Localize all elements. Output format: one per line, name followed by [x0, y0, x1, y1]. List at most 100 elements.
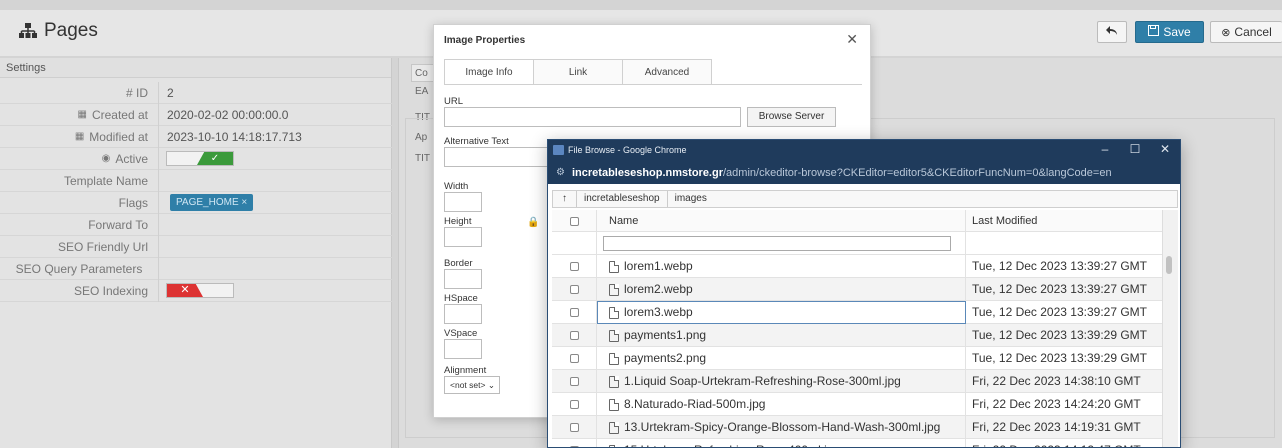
tab-image-info[interactable]: Image Info	[444, 59, 534, 85]
url-input[interactable]	[444, 107, 741, 127]
url-label: URL	[444, 96, 464, 107]
file-modified: Fri, 22 Dec 2023 14:24:20 GMT	[972, 397, 1141, 411]
height-input[interactable]	[444, 227, 482, 247]
row-checkbox[interactable]	[552, 278, 597, 301]
column-last-modified[interactable]: Last Modified	[966, 210, 1162, 233]
file-modified: Tue, 12 Dec 2023 13:39:29 GMT	[972, 351, 1147, 365]
width-input[interactable]	[444, 192, 482, 212]
scrollbar-thumb[interactable]	[1166, 256, 1172, 274]
row-checkbox[interactable]	[552, 370, 597, 393]
hspace-input[interactable]	[444, 304, 482, 324]
tab-link[interactable]: Link	[533, 59, 623, 85]
settings-label: SEO Query Parameters	[0, 258, 159, 280]
file-name[interactable]: payments1.png	[597, 324, 966, 347]
back-button[interactable]	[1097, 21, 1127, 43]
select-all-checkbox[interactable]	[552, 210, 597, 233]
id-label: # ID	[125, 86, 148, 100]
file-name-text: 13.Urtekram-Spicy-Orange-Blossom-Hand-Wa…	[624, 420, 941, 434]
save-label: Save	[1163, 25, 1191, 39]
cancel-button[interactable]: ⊗ Cancel	[1210, 21, 1282, 43]
file-icon	[609, 375, 619, 388]
file-table: Name Last Modified lorem1.webp Tue, 12 D…	[552, 210, 1162, 447]
minimize-icon[interactable]: –	[1094, 142, 1116, 156]
save-button[interactable]: Save	[1135, 21, 1204, 43]
file-modified: Tue, 12 Dec 2023 13:39:29 GMT	[972, 328, 1147, 342]
tab-advanced[interactable]: Advanced	[622, 59, 712, 85]
remove-flag-icon[interactable]: ×	[241, 197, 247, 208]
row-checkbox[interactable]	[552, 301, 597, 324]
flag-chip-label: PAGE_HOME	[176, 197, 239, 208]
row-checkbox[interactable]	[552, 416, 597, 439]
modified-value: 2023-10-10 14:18:17.713	[167, 130, 302, 144]
settings-label: SEO Friendly Url	[0, 236, 159, 258]
border-input[interactable]	[444, 269, 482, 289]
file-modified: Tue, 12 Dec 2023 13:39:27 GMT	[972, 259, 1147, 273]
file-name[interactable]: 1.Liquid Soap-Urtekram-Refreshing-Rose-3…	[597, 370, 966, 393]
settings-row-modified: ▦ Modified at 2023-10-10 14:18:17.713	[0, 126, 392, 148]
row-checkbox[interactable]	[552, 347, 597, 370]
vspace-input[interactable]	[444, 339, 482, 359]
flag-chip[interactable]: PAGE_HOME ×	[170, 194, 254, 211]
file-name[interactable]: lorem3.webp	[597, 301, 966, 324]
file-name[interactable]: payments2.png	[597, 347, 966, 370]
file-icon	[609, 283, 619, 296]
file-icon	[609, 444, 619, 447]
browse-server-button[interactable]: Browse Server	[747, 107, 836, 127]
toggle-off-x: ✕	[167, 284, 203, 297]
width-label: Width	[444, 181, 469, 192]
chevron-down-icon: ⌄	[487, 380, 495, 390]
file-browse-window: File Browse - Google Chrome – ☐ ✕ ⚙ incr…	[547, 139, 1181, 448]
row-checkbox[interactable]	[552, 439, 597, 447]
settings-row-seo-url: SEO Friendly Url	[0, 236, 392, 258]
file-modified: Fri, 22 Dec 2023 14:38:10 GMT	[972, 374, 1141, 388]
seo-indexing-toggle[interactable]: ✕	[166, 283, 234, 298]
table-row[interactable]: lorem2.webp Tue, 12 Dec 2023 13:39:27 GM…	[552, 278, 1162, 301]
file-name[interactable]: 8.Naturado-Riad-500m.jpg	[597, 393, 966, 416]
table-row[interactable]: lorem3.webp Tue, 12 Dec 2023 13:39:27 GM…	[552, 301, 1162, 324]
table-row[interactable]: 1.Liquid Soap-Urtekram-Refreshing-Rose-3…	[552, 370, 1162, 393]
row-checkbox[interactable]	[552, 393, 597, 416]
file-name[interactable]: 13.Urtekram-Spicy-Orange-Blossom-Hand-Wa…	[597, 416, 966, 439]
alt-text-label: Alternative Text	[444, 136, 509, 147]
maximize-icon[interactable]: ☐	[1124, 142, 1146, 156]
column-name[interactable]: Name	[597, 210, 966, 233]
settings-panel: Settings # ID 2 ▦ Created at 2020-02-02 0…	[0, 58, 392, 448]
up-arrow-icon[interactable]: ↑	[553, 191, 577, 207]
table-row[interactable]: 8.Naturado-Riad-500m.jpg Fri, 22 Dec 202…	[552, 393, 1162, 416]
scrollbar[interactable]	[1162, 210, 1178, 447]
file-name[interactable]: lorem1.webp	[597, 255, 966, 278]
row-checkbox[interactable]	[552, 255, 597, 278]
file-name-text: lorem2.webp	[624, 282, 693, 296]
settings-row-seo-indexing: SEO Indexing ✕	[0, 280, 392, 302]
close-icon[interactable]: ✕	[846, 31, 858, 48]
seo-query-label: SEO Query Parameters	[15, 262, 143, 276]
lock-icon[interactable]: 🔒	[527, 217, 539, 228]
breadcrumb-item[interactable]: images	[668, 191, 714, 207]
address-bar[interactable]: ⚙ incretableseshop.nmstore.gr/admin/cked…	[548, 162, 1180, 184]
table-row[interactable]: 15.Urtekram-Refreshing-Rose-400ml.jpg Fr…	[552, 439, 1162, 447]
name-filter-input[interactable]	[603, 236, 951, 251]
filter-row	[552, 232, 1162, 255]
file-name[interactable]: lorem2.webp	[597, 278, 966, 301]
table-row[interactable]: payments2.png Tue, 12 Dec 2023 13:39:29 …	[552, 347, 1162, 370]
file-name[interactable]: 15.Urtekram-Refreshing-Rose-400ml.jpg	[597, 439, 966, 447]
chrome-app-icon	[553, 145, 564, 155]
breadcrumb-item[interactable]: incretableseshop	[577, 191, 668, 207]
table-row[interactable]: 13.Urtekram-Spicy-Orange-Blossom-Hand-Wa…	[552, 416, 1162, 439]
table-row[interactable]: payments1.png Tue, 12 Dec 2023 13:39:29 …	[552, 324, 1162, 347]
row-checkbox[interactable]	[552, 324, 597, 347]
close-window-icon[interactable]: ✕	[1154, 142, 1176, 156]
table-row[interactable]: lorem1.webp Tue, 12 Dec 2023 13:39:27 GM…	[552, 255, 1162, 278]
settings-row-active: ◉ Active ✓	[0, 148, 392, 170]
site-settings-icon[interactable]: ⚙	[556, 162, 565, 184]
page-title-text: Pages	[44, 20, 98, 41]
file-modified: Tue, 12 Dec 2023 13:39:27 GMT	[972, 282, 1147, 296]
active-toggle[interactable]: ✓	[166, 151, 234, 166]
calendar-icon: ▦	[74, 131, 85, 142]
undo-arrow-icon	[1106, 25, 1118, 39]
alignment-select[interactable]: <not set> ⌄	[444, 376, 500, 394]
settings-row-flags: Flags PAGE_HOME ×	[0, 192, 392, 214]
alt-text-input[interactable]	[444, 147, 548, 167]
alignment-label: Alignment	[444, 365, 487, 376]
cancel-circle-icon: ⊗	[1221, 26, 1231, 39]
